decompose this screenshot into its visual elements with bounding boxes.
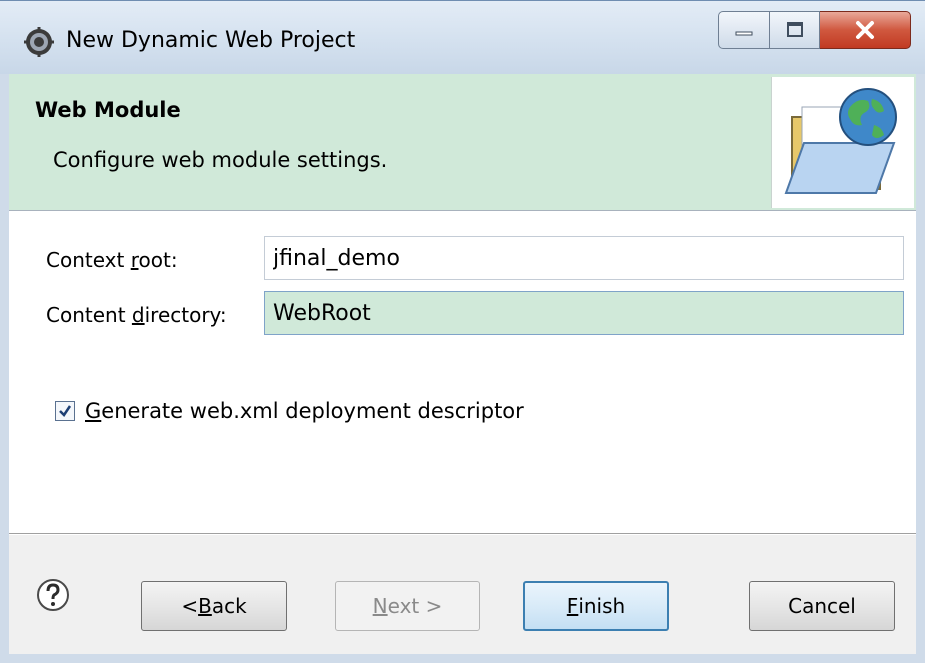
minimize-button[interactable] [718, 11, 770, 49]
generate-descriptor-checkbox[interactable] [55, 401, 75, 421]
close-button[interactable] [820, 11, 911, 49]
button-bar: < Back Next > Finish Cancel [9, 535, 916, 654]
generate-descriptor-label: Generate web.xml deployment descriptor [85, 399, 524, 423]
eclipse-gear-icon [24, 27, 54, 57]
next-button[interactable]: Next > [335, 581, 480, 631]
maximize-icon [786, 22, 803, 37]
question-mark-icon[interactable] [36, 578, 70, 612]
form-area: Context root: Content directory: Generat… [9, 212, 916, 525]
content-directory-label: Content directory: [46, 303, 227, 327]
cancel-button[interactable]: Cancel [749, 581, 895, 631]
finish-button[interactable]: Finish [523, 581, 669, 631]
window-controls [718, 11, 913, 49]
context-root-label: Context root: [46, 248, 178, 272]
title-bar[interactable]: New Dynamic Web Project [0, 0, 925, 74]
maximize-button[interactable] [770, 11, 820, 49]
content-directory-input[interactable] [264, 291, 904, 335]
checkmark-icon [59, 405, 72, 417]
generate-descriptor-option[interactable]: Generate web.xml deployment descriptor [55, 399, 524, 423]
minimize-icon [735, 31, 753, 36]
page-description: Configure web module settings. [53, 148, 388, 172]
close-icon [856, 21, 874, 39]
page-title: Web Module [35, 98, 181, 122]
context-root-input[interactable] [264, 236, 904, 280]
wizard-banner: Web Module Configure web module settings… [9, 74, 916, 211]
window-title: New Dynamic Web Project [66, 28, 356, 53]
back-button[interactable]: < Back [141, 581, 287, 631]
folder-globe-icon [771, 77, 914, 208]
